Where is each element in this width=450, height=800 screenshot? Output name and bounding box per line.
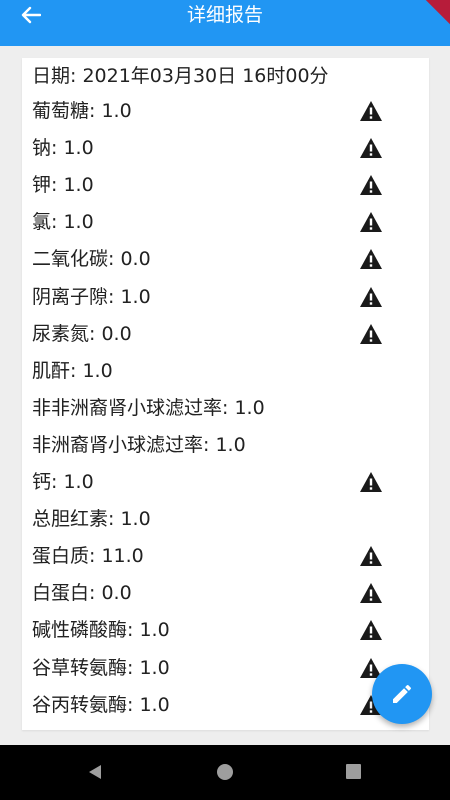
warning-icon <box>360 249 382 270</box>
report-row: 碱性磷酸酶: 1.0 <box>22 613 429 647</box>
report-row-text: 非非洲裔肾小球滤过率: 1.0 <box>32 396 265 419</box>
report-row-text: 钠: 1.0 <box>32 137 94 160</box>
warning-icon <box>360 472 382 492</box>
report-row-text: 葡萄糖: 1.0 <box>32 100 132 122</box>
system-nav-bar <box>0 745 450 800</box>
warning-icon <box>360 620 382 641</box>
report-row-text: 总胆红素: 1.0 <box>32 508 151 531</box>
warning-icon <box>360 101 382 121</box>
page-title: 详细报告 <box>186 4 263 26</box>
report-row: 总胆红素: 1.0 <box>22 502 429 536</box>
warning-icon <box>360 286 382 307</box>
report-row: 谷丙转氨酶: 1.0 <box>22 688 429 722</box>
pencil-icon <box>393 684 412 703</box>
nav-home-icon[interactable] <box>217 764 233 780</box>
report-row: 钠: 1.0 <box>22 131 429 165</box>
report-row: 尿素氮: 0.0 <box>22 317 429 351</box>
warning-icon <box>360 138 382 159</box>
report-row-text: 钙: 1.0 <box>32 471 94 493</box>
report-row: 非非洲裔肾小球滤过率: 1.0 <box>22 391 429 425</box>
report-row-text: 阴离子隙: 1.0 <box>32 285 151 308</box>
report-row-text: 二氧化碳: 0.0 <box>32 248 151 271</box>
report-row-text: 肌酐: 1.0 <box>32 359 113 382</box>
app-bar: 详细报告 <box>0 0 450 46</box>
report-date: 日期: 2021年03月30日 16时00分 <box>32 65 329 87</box>
warning-icon <box>360 323 382 344</box>
report-card: 日期: 2021年03月30日 16时00分 葡萄糖: 1.0 钠: 1.0 钾: … <box>22 58 429 730</box>
report-row: 葡萄糖: 1.0 <box>22 94 429 128</box>
edit-fab-button[interactable] <box>372 664 432 724</box>
warning-icon <box>360 583 382 604</box>
report-row: 蛋白质: 11.0 <box>22 539 429 573</box>
report-row-text: 蛋白质: 11.0 <box>32 545 144 568</box>
warning-icon <box>360 175 382 196</box>
report-row-text: 非洲裔肾小球滤过率: 1.0 <box>32 433 246 456</box>
report-row-text: 谷丙转氨酶: 1.0 <box>32 693 170 716</box>
report-row: 钙: 1.0 <box>22 465 429 499</box>
report-row: 氯: 1.0 <box>22 205 429 239</box>
warning-icon <box>360 212 382 233</box>
report-row-text: 碱性磷酸酶: 1.0 <box>32 619 170 642</box>
report-row-text: 氯: 1.0 <box>32 211 94 234</box>
report-row-text: 谷草转氨酶: 1.0 <box>32 656 170 679</box>
nav-back-icon[interactable] <box>86 763 104 781</box>
warning-icon <box>360 546 382 567</box>
report-row: 谷草转氨酶: 1.0 <box>22 651 429 685</box>
report-row: 非洲裔肾小球滤过率: 1.0 <box>22 428 429 462</box>
report-row: 肌酐: 1.0 <box>22 354 429 388</box>
report-row: 钾: 1.0 <box>22 168 429 202</box>
report-row: 白蛋白: 0.0 <box>22 576 429 610</box>
nav-recents-icon[interactable] <box>346 764 361 779</box>
report-row-text: 白蛋白: 0.0 <box>32 582 132 605</box>
report-row: 阴离子隙: 1.0 <box>22 280 429 314</box>
report-row-text: 钾: 1.0 <box>32 174 94 197</box>
report-row: 二氧化碳: 0.0 <box>22 242 429 276</box>
report-row-text: 尿素氮: 0.0 <box>32 322 132 345</box>
